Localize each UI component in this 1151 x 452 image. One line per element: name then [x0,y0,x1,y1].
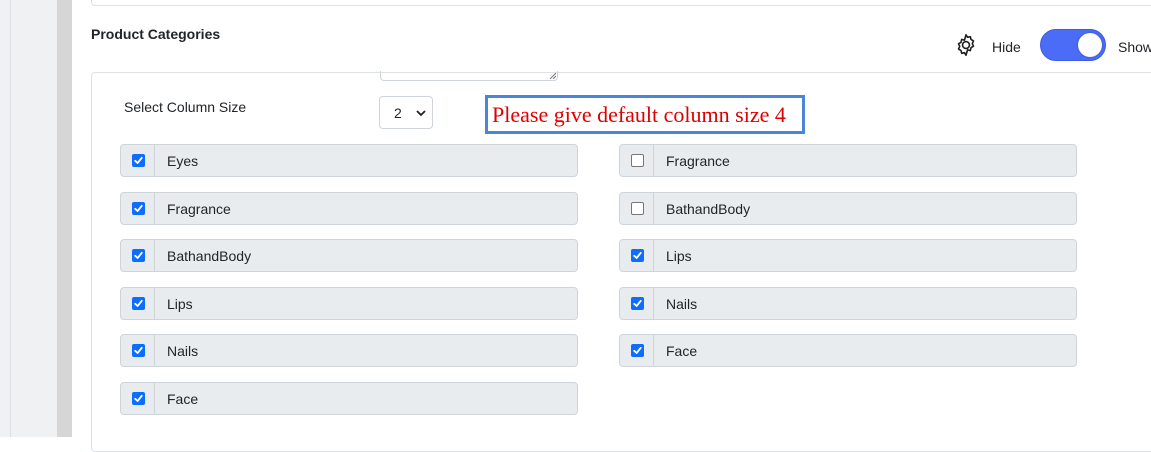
category-label: Nails [167,343,199,359]
checkbox-cell [620,193,654,224]
checkbox-cell [620,335,654,366]
category-checkbox[interactable] [132,392,145,405]
checkmark-icon [134,204,143,212]
scroll-rail [57,0,72,437]
category-item[interactable]: Nails [120,334,578,367]
categories-card: Select Column Size 2 Please give default… [91,71,1151,452]
checkmark-icon [134,299,143,307]
resize-grip-icon[interactable] [549,72,556,79]
category-label: BathandBody [167,248,252,264]
checkmark-icon [633,346,642,354]
category-item[interactable]: Fragrance [120,192,578,225]
annotation-text: Please give default column size 4 [492,102,786,127]
checkbox-cell [620,240,654,271]
category-checkbox[interactable] [132,154,145,167]
category-label: Fragrance [666,153,730,169]
checkbox-cell [620,145,654,176]
column-size-value: 2 [394,105,402,121]
show-label: Show [1118,39,1151,55]
show-hide-toggle[interactable] [1040,29,1106,61]
category-label: Lips [167,296,193,312]
category-label: Lips [666,248,692,264]
category-checkbox[interactable] [631,297,644,310]
category-item[interactable]: Lips [120,287,578,320]
checkmark-icon [134,156,143,164]
checkmark-icon [134,251,143,259]
hide-label: Hide [992,39,1021,55]
category-item[interactable]: Nails [619,287,1077,320]
category-checkbox[interactable] [631,202,644,215]
category-item[interactable]: Fragrance [619,144,1077,177]
checkmark-icon [134,394,143,402]
checkmark-icon [633,251,642,259]
chevron-down-icon [416,110,426,117]
category-item[interactable]: Lips [619,239,1077,272]
column-size-select[interactable]: 2 [379,96,433,129]
category-label: BathandBody [666,201,751,217]
content-panel: Product Categories Hide Show Select Colu… [72,0,1151,452]
column-size-label: Select Column Size [124,99,247,115]
category-label: Nails [666,296,698,312]
page-gutter [0,0,57,437]
category-checkbox[interactable] [631,154,644,167]
category-label: Face [666,343,698,359]
category-item[interactable]: Face [619,334,1077,367]
category-item[interactable]: Eyes [120,144,578,177]
checkbox-cell [121,335,155,366]
category-label: Fragrance [167,201,231,217]
gear-icon[interactable] [953,32,979,58]
toggle-knob[interactable] [1078,33,1102,57]
checkmark-icon [633,299,642,307]
category-checkbox[interactable] [132,249,145,262]
gutter-divider [10,0,11,437]
category-checkbox[interactable] [132,202,145,215]
checkbox-cell [620,288,654,319]
checkbox-cell [121,193,155,224]
section-title: Product Categories [91,26,221,42]
category-item[interactable]: Face [120,382,578,415]
annotation-callout: Please give default column size 4 [485,95,805,134]
category-checkbox[interactable] [631,249,644,262]
previous-card-edge [91,0,1151,6]
checkbox-cell [121,383,155,414]
category-checkbox[interactable] [132,297,145,310]
category-label: Face [167,391,199,407]
category-label: Eyes [167,153,199,169]
checkbox-cell [121,288,155,319]
category-checkbox[interactable] [631,344,644,357]
checkbox-cell [121,145,155,176]
category-item[interactable]: BathandBody [619,192,1077,225]
textarea-field[interactable] [380,71,558,81]
checkbox-cell [121,240,155,271]
checkmark-icon [134,346,143,354]
category-item[interactable]: BathandBody [120,239,578,272]
category-checkbox[interactable] [132,344,145,357]
